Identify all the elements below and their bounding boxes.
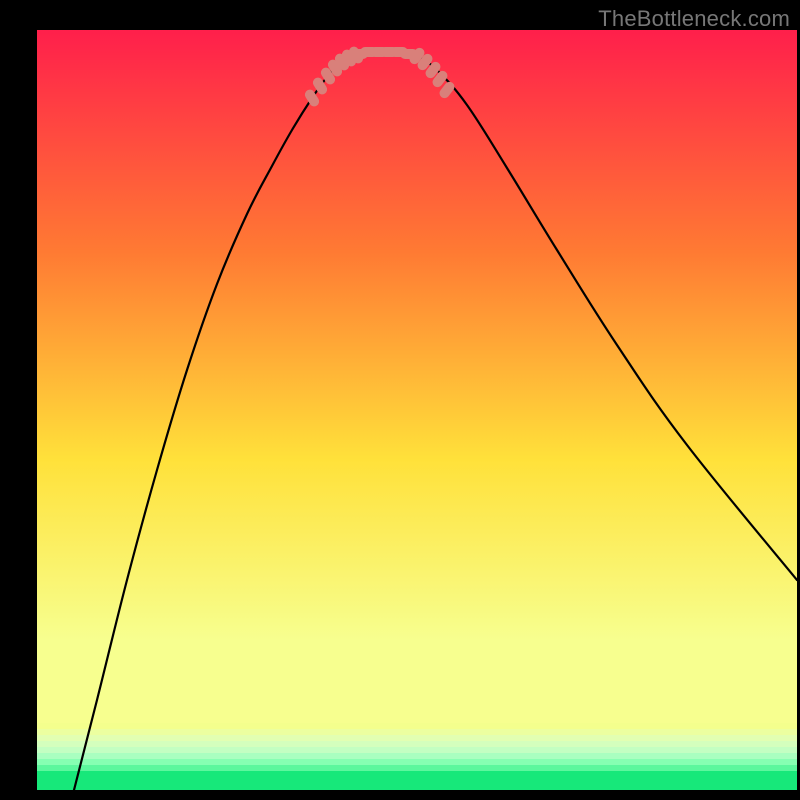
chart-frame: TheBottleneck.com bbox=[0, 0, 800, 800]
gradient-band bbox=[37, 765, 797, 771]
gradient-band bbox=[37, 747, 797, 753]
gradient-band bbox=[37, 759, 797, 765]
gradient-band bbox=[37, 741, 797, 747]
gradient-band bbox=[37, 729, 797, 735]
bottom-bands bbox=[37, 723, 797, 790]
bottleneck-chart bbox=[37, 30, 797, 790]
watermark-text: TheBottleneck.com bbox=[598, 6, 790, 32]
gradient-band bbox=[37, 753, 797, 759]
gradient-band bbox=[37, 735, 797, 741]
gradient-background bbox=[37, 30, 797, 723]
gradient-band bbox=[37, 771, 797, 790]
plot-area bbox=[37, 30, 797, 790]
gradient-band bbox=[37, 723, 797, 729]
